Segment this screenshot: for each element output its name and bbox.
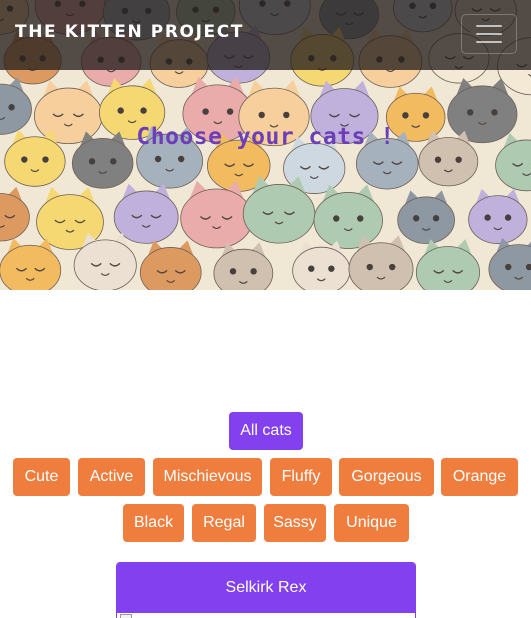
filter-black-button[interactable]: Black [123, 504, 184, 542]
navbar: THE KITTEN PROJECT [0, 0, 531, 70]
cat-card[interactable]: Selkirk Rex [116, 562, 416, 618]
filter-fluffy-button[interactable]: Fluffy [270, 458, 332, 496]
filter-cute-button[interactable]: Cute [13, 458, 70, 496]
cat-card-title: Selkirk Rex [117, 563, 415, 613]
hero-title: Choose your cats ! [136, 124, 395, 150]
hamburger-line [476, 33, 502, 35]
hamburger-line [476, 41, 502, 43]
filter-regal-button[interactable]: Regal [192, 504, 256, 542]
filter-orange-button[interactable]: Orange [441, 458, 518, 496]
filter-gorgeous-button[interactable]: Gorgeous [339, 458, 434, 496]
filter-mischievous-button[interactable]: Mischievous [153, 458, 262, 496]
filter-sassy-button[interactable]: Sassy [264, 504, 326, 542]
broken-image-icon [120, 614, 132, 618]
brand-logo[interactable]: THE KITTEN PROJECT [15, 22, 244, 42]
filter-active-button[interactable]: Active [78, 458, 145, 496]
filter-unique-button[interactable]: Unique [334, 504, 409, 542]
hamburger-menu-icon[interactable] [461, 14, 517, 54]
hamburger-line [476, 25, 502, 27]
filter-all-cats-button[interactable]: All cats [229, 412, 303, 450]
